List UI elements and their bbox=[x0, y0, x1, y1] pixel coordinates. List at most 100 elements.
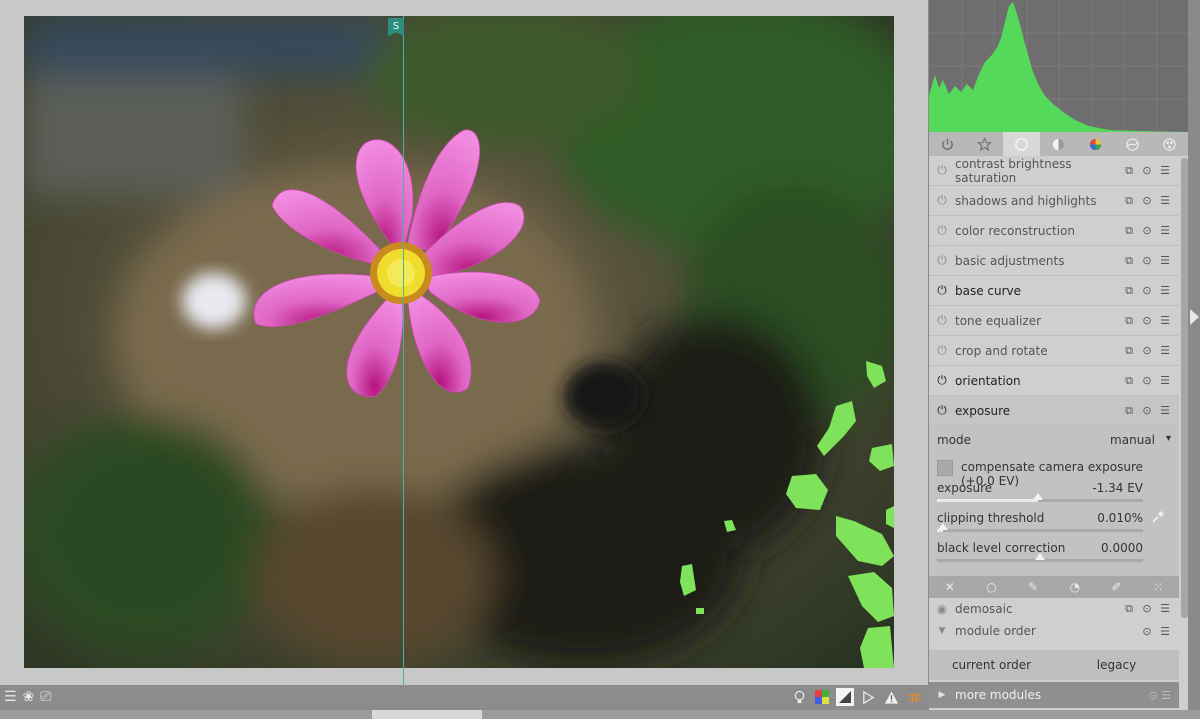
presets-icon[interactable]: ☰ bbox=[1159, 625, 1171, 638]
exposure-slider[interactable] bbox=[937, 493, 1143, 502]
menu-icon[interactable]: ☰ bbox=[4, 689, 17, 705]
uniform-mask-button[interactable]: ○ bbox=[971, 576, 1013, 598]
multi-instance-icon[interactable]: ⧉ bbox=[1123, 374, 1135, 388]
module-basic-adjustments[interactable]: ⏻ basic adjustments ⧉ ⊙ ☰ bbox=[929, 246, 1179, 276]
exposure-module-body: mode manual ▾ compensate camera exposure… bbox=[929, 424, 1179, 576]
gamut-warning-icon[interactable] bbox=[882, 688, 900, 706]
multi-instance-icon[interactable]: ⧉ bbox=[1123, 404, 1135, 418]
module-label: orientation bbox=[955, 373, 1021, 388]
mode-row[interactable]: mode manual ▾ bbox=[937, 433, 1171, 447]
presets-icon[interactable]: ☰ bbox=[1159, 284, 1171, 298]
presets-icon[interactable]: ☰ bbox=[1159, 602, 1171, 616]
guide-line[interactable] bbox=[403, 16, 404, 685]
presets-icon[interactable]: ☰ bbox=[1159, 254, 1171, 268]
power-icon[interactable]: ⏻ bbox=[929, 313, 955, 328]
current-order-label: current order bbox=[951, 658, 1032, 672]
reset-icon[interactable]: ⊙ bbox=[1141, 344, 1153, 358]
module-shadows-and-highlights[interactable]: ⏻ shadows and highlights ⧉ ⊙ ☰ bbox=[929, 186, 1179, 216]
mode-value[interactable]: manual bbox=[1110, 433, 1155, 447]
power-icon[interactable]: ⏻ bbox=[929, 223, 955, 238]
image-canvas-area[interactable]: S bbox=[0, 0, 928, 685]
reset-icon[interactable]: ⊙ bbox=[1148, 689, 1157, 702]
module-exposure[interactable]: ⏻ exposure ⧉ ⊙ ☰ bbox=[929, 396, 1179, 426]
reset-icon[interactable]: ⊙ bbox=[1141, 404, 1153, 418]
power-icon[interactable]: ⏻ bbox=[929, 163, 955, 178]
histogram[interactable] bbox=[929, 0, 1188, 132]
lightbulb-icon[interactable] bbox=[790, 688, 808, 706]
reset-icon[interactable]: ⊙ bbox=[1141, 164, 1153, 178]
black-level-slider-thumb[interactable] bbox=[1035, 553, 1045, 560]
reset-icon[interactable]: ⊙ bbox=[1141, 625, 1153, 638]
photo-preview[interactable] bbox=[24, 16, 894, 668]
chevron-down-icon[interactable]: ▾ bbox=[1166, 433, 1171, 444]
reset-icon[interactable]: ⊙ bbox=[1141, 314, 1153, 328]
module-tone-equalizer[interactable]: ⏻ tone equalizer ⧉ ⊙ ☰ bbox=[929, 306, 1179, 336]
module-orientation[interactable]: ⏻ orientation ⧉ ⊙ ☰ bbox=[929, 366, 1179, 396]
reset-icon[interactable]: ⊙ bbox=[1141, 224, 1153, 238]
styles-icon[interactable]: ❀ bbox=[23, 689, 35, 705]
mask-off-button[interactable]: ✕ bbox=[929, 576, 971, 598]
black-level-slider[interactable] bbox=[937, 553, 1143, 562]
compensate-exposure-checkbox[interactable] bbox=[937, 460, 953, 476]
power-icon[interactable]: ⏻ bbox=[929, 253, 955, 268]
multi-instance-icon[interactable]: ⧉ bbox=[1123, 224, 1135, 238]
reset-icon[interactable]: ⊙ bbox=[1141, 602, 1153, 616]
presets-icon[interactable]: ☰ bbox=[1159, 404, 1171, 418]
reset-icon[interactable]: ⊙ bbox=[1141, 374, 1153, 388]
clipping-slider-thumb[interactable] bbox=[938, 523, 949, 530]
tab-base[interactable] bbox=[1003, 132, 1040, 156]
power-icon[interactable]: ⏻ bbox=[929, 193, 955, 208]
multi-instance-icon[interactable]: ⧉ bbox=[1123, 284, 1135, 298]
raster-mask-button[interactable]: ⁙ bbox=[1137, 576, 1179, 598]
module-color-reconstruction[interactable]: ⏻ color reconstruction ⧉ ⊙ ☰ bbox=[929, 216, 1179, 246]
presets-icon[interactable]: ☰ bbox=[1159, 374, 1171, 388]
multi-instance-icon[interactable]: ⧉ bbox=[1123, 314, 1135, 328]
multi-instance-icon[interactable]: ⧉ bbox=[1123, 344, 1135, 358]
power-icon[interactable]: ⏻ bbox=[929, 343, 955, 358]
tab-tone[interactable] bbox=[1040, 132, 1077, 156]
presets-icon[interactable]: ☰ bbox=[1159, 164, 1171, 178]
clipping-threshold-value: 0.010% bbox=[1097, 511, 1143, 525]
rawoverexposed-icon[interactable] bbox=[859, 688, 877, 706]
tab-correct[interactable] bbox=[1114, 132, 1151, 156]
multi-instance-icon[interactable]: ⧉ bbox=[1123, 254, 1135, 268]
exposure-slider-thumb[interactable] bbox=[1032, 493, 1043, 500]
tab-effect[interactable] bbox=[1151, 132, 1188, 156]
module-demosaic[interactable]: ◉ demosaic ⧉ ⊙ ☰ bbox=[929, 598, 1179, 620]
tab-active-modules[interactable] bbox=[929, 132, 966, 156]
reset-icon[interactable]: ⊙ bbox=[1141, 284, 1153, 298]
module-crop-and-rotate[interactable]: ⏻ crop and rotate ⧉ ⊙ ☰ bbox=[929, 336, 1179, 366]
presets-icon[interactable]: ☰ bbox=[1159, 344, 1171, 358]
right-panel-scrollbar[interactable] bbox=[1181, 158, 1188, 618]
reset-icon[interactable]: ⊙ bbox=[1141, 254, 1153, 268]
power-icon[interactable]: ⏻ bbox=[929, 373, 955, 388]
presets-icon[interactable]: ☰ bbox=[1159, 314, 1171, 328]
filmstrip-tab[interactable] bbox=[372, 710, 482, 719]
presets-icon[interactable]: ☰ bbox=[1161, 689, 1171, 702]
parametric-mask-button[interactable]: ◔ bbox=[1054, 576, 1096, 598]
guides-icon[interactable] bbox=[905, 688, 923, 706]
power-icon[interactable]: ⏻ bbox=[929, 403, 955, 418]
presets-icon[interactable]: ☰ bbox=[1159, 194, 1171, 208]
softproof-icon[interactable] bbox=[813, 688, 831, 706]
tab-favorites[interactable] bbox=[966, 132, 1003, 156]
drawn-parametric-mask-button[interactable]: ✐ bbox=[1096, 576, 1138, 598]
overexposed-toggle-icon[interactable] bbox=[836, 688, 854, 706]
multi-instance-icon[interactable]: ⧉ bbox=[1123, 164, 1135, 178]
module-contrast-brightness-saturation[interactable]: ⏻ contrast brightness saturation ⧉ ⊙ ☰ bbox=[929, 156, 1179, 186]
multi-instance-icon[interactable]: ⧉ bbox=[1123, 194, 1135, 208]
second-window-icon[interactable]: ⎚ bbox=[40, 689, 51, 705]
tab-color[interactable] bbox=[1077, 132, 1114, 156]
drawn-mask-button[interactable]: ✎ bbox=[1012, 576, 1054, 598]
multi-instance-icon[interactable]: ⧉ bbox=[1123, 602, 1135, 616]
color-picker-icon[interactable] bbox=[1151, 510, 1165, 524]
filmstrip-handle[interactable] bbox=[0, 710, 1200, 719]
right-panel-collapse[interactable] bbox=[1188, 0, 1200, 719]
module-order[interactable]: ▼ module order ⊙ ☰ bbox=[929, 620, 1179, 642]
module-base-curve[interactable]: ⏻ base curve ⧉ ⊙ ☰ bbox=[929, 276, 1179, 306]
presets-icon[interactable]: ☰ bbox=[1159, 224, 1171, 238]
power-icon[interactable]: ⏻ bbox=[929, 283, 955, 298]
more-modules[interactable]: ▶ more modules ⊙ ☰ bbox=[929, 682, 1179, 708]
clipping-threshold-slider[interactable] bbox=[937, 523, 1143, 532]
reset-icon[interactable]: ⊙ bbox=[1141, 194, 1153, 208]
